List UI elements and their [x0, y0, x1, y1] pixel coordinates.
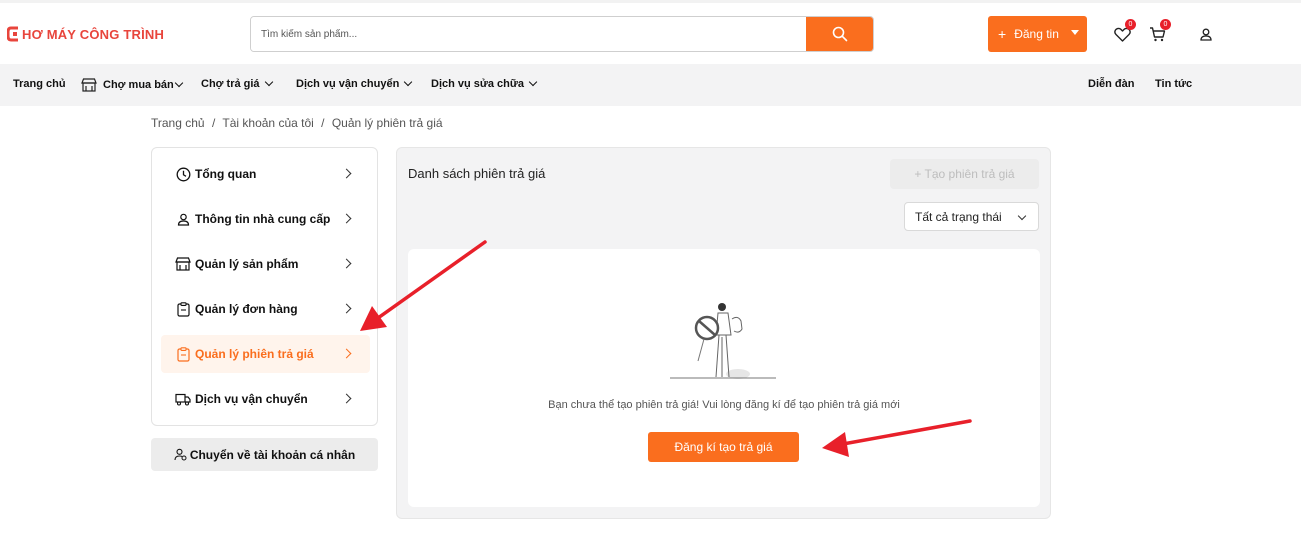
create-bidding-session-button[interactable]: + Tạo phiên trả giá — [890, 159, 1039, 189]
breadcrumb: Trang chủ / Tài khoản của tôi / Quản lý … — [151, 116, 447, 130]
nav-item-label: Trang chủ — [13, 78, 66, 90]
nav-item-shipping[interactable]: Dịch vụ vận chuyển — [296, 77, 413, 90]
cart-button[interactable]: 0 — [1147, 19, 1171, 44]
sidebar-item-overview[interactable]: Tổng quan — [161, 155, 370, 193]
chevron-right-icon — [341, 213, 352, 224]
empty-state-card: Bạn chưa thể tạo phiên trả giá! Vui lòng… — [408, 249, 1040, 507]
cart-count-badge: 0 — [1160, 19, 1171, 30]
status-filter-value: Tất cả trạng thái — [915, 209, 1002, 224]
nav-item-bidding[interactable]: Chợ trả giá — [201, 77, 273, 90]
nav-item-news[interactable]: Tin tức — [1155, 78, 1192, 90]
wishlist-button[interactable]: 0 — [1112, 19, 1136, 44]
chevron-right-icon — [341, 303, 352, 314]
sidebar-item-label: Thông tin nhà cung cấp — [195, 212, 331, 226]
sidebar-item-bidding-sessions[interactable]: Quản lý phiên trả giá — [161, 335, 370, 373]
breadcrumb-account[interactable]: Tài khoản của tôi — [222, 116, 313, 130]
switch-to-personal-account-button[interactable]: Chuyển về tài khoản cá nhân — [151, 438, 378, 471]
post-listing-button[interactable]: + Đăng tin — [988, 16, 1087, 52]
store-icon — [81, 78, 97, 92]
breadcrumb-separator: / — [321, 116, 325, 130]
account-button[interactable] — [1196, 24, 1216, 44]
sidebar-item-orders[interactable]: Quản lý đơn hàng — [161, 290, 370, 328]
sidebar-item-label: Quản lý phiên trả giá — [195, 347, 314, 361]
clipboard-icon — [175, 301, 191, 317]
sidebar-item-label: Quản lý đơn hàng — [195, 302, 298, 316]
chevron-right-icon — [341, 348, 352, 359]
chevron-down-icon — [1017, 211, 1027, 221]
register-bidding-button[interactable]: Đăng kí tạo trả giá — [648, 432, 799, 462]
chevron-right-icon — [341, 258, 352, 269]
nav-item-label: Chợ mua bán — [103, 79, 174, 91]
site-header: HƠ MÁY CÔNG TRÌNH + Đăng tin 0 0 — [0, 3, 1301, 64]
truck-icon — [175, 391, 191, 407]
user-icon — [175, 211, 191, 227]
logo-mark-icon — [7, 26, 18, 42]
clipboard-icon — [175, 346, 191, 362]
breadcrumb-current: Quản lý phiên trả giá — [331, 116, 443, 130]
chevron-down-icon — [264, 77, 273, 87]
search-icon — [832, 26, 847, 42]
sidebar-item-label: Tổng quan — [195, 167, 257, 181]
panel-title: Danh sách phiên trả giá — [408, 166, 546, 181]
chevron-right-icon — [341, 168, 352, 179]
sidebar-item-supplier-info[interactable]: Thông tin nhà cung cấp — [161, 200, 370, 238]
store-icon — [175, 256, 191, 272]
empty-state-illustration — [670, 303, 776, 379]
user-icon — [1200, 28, 1212, 41]
sidebar-item-shipping-service[interactable]: Dịch vụ vận chuyển — [161, 380, 370, 418]
logo-text: HƠ MÁY CÔNG TRÌNH — [22, 26, 165, 42]
user-switch-icon — [174, 448, 187, 461]
post-listing-label: Đăng tin — [1014, 27, 1059, 41]
nav-item-forum[interactable]: Diễn đàn — [1088, 78, 1134, 90]
search-input[interactable] — [251, 17, 806, 51]
search-button[interactable] — [806, 17, 873, 51]
bidding-session-panel: Danh sách phiên trả giá + Tạo phiên trả … — [396, 147, 1051, 519]
chevron-right-icon — [341, 393, 352, 404]
clock-icon — [175, 166, 191, 182]
sidebar-item-label: Dịch vụ vận chuyển — [195, 392, 308, 406]
switch-account-label: Chuyển về tài khoản cá nhân — [189, 447, 356, 462]
nav-item-repair[interactable]: Dịch vụ sửa chữa — [431, 77, 538, 90]
sidebar-item-label: Quản lý sản phẩm — [195, 257, 299, 271]
wishlist-count-badge: 0 — [1125, 19, 1136, 30]
nav-item-label: Tin tức — [1155, 78, 1193, 90]
breadcrumb-home[interactable]: Trang chủ — [151, 116, 205, 130]
nav-item-label: Diễn đàn — [1088, 78, 1135, 90]
caret-down-icon — [1071, 30, 1079, 35]
nav-item-home[interactable]: Trang chủ — [13, 78, 66, 90]
nav-item-marketplace[interactable]: Chợ mua bán — [81, 78, 184, 92]
breadcrumb-separator: / — [211, 116, 216, 130]
chevron-down-icon — [174, 78, 184, 88]
main-navigation: Trang chủ Chợ mua bán Chợ trả giá Dịch v… — [0, 64, 1301, 106]
search-bar — [250, 16, 874, 52]
chevron-down-icon — [528, 77, 538, 87]
empty-state-message: Bạn chưa thể tạo phiên trả giá! Vui lòng… — [548, 399, 900, 411]
account-sidebar: Tổng quan Thông tin nhà cung cấp Quản lý… — [151, 147, 378, 426]
plus-icon: + — [998, 26, 1007, 42]
sidebar-item-products[interactable]: Quản lý sản phẩm — [161, 245, 370, 283]
nav-item-label: Dịch vụ sửa chữa — [431, 78, 524, 90]
nav-item-label: Dịch vụ vận chuyển — [296, 78, 400, 90]
chevron-down-icon — [404, 77, 413, 87]
nav-item-label: Chợ trả giá — [201, 78, 260, 90]
site-logo[interactable]: HƠ MÁY CÔNG TRÌNH — [7, 25, 164, 43]
status-filter-select[interactable]: Tất cả trạng thái — [904, 202, 1039, 231]
